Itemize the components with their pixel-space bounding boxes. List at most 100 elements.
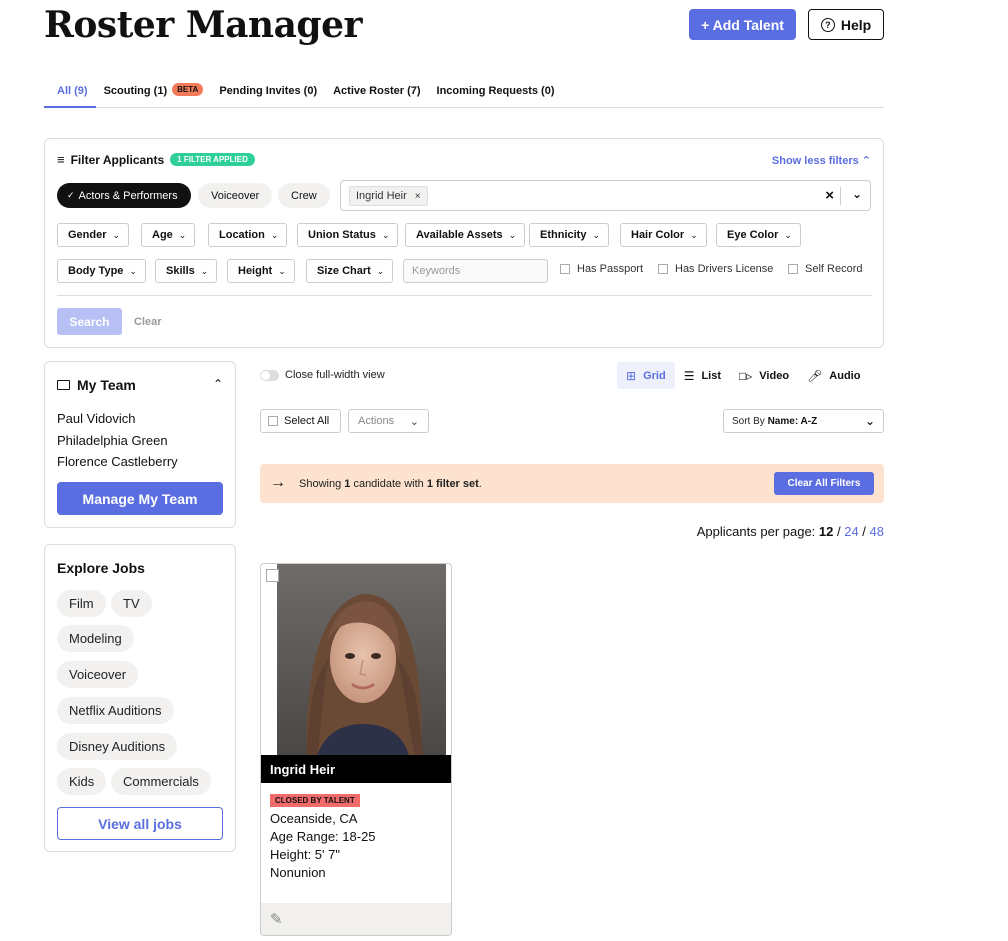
select-all-label: Select All [284,415,330,427]
team-member-list: Paul Vidovich Philadelphia Green Florenc… [57,408,178,473]
view-list[interactable]: ☰ List [675,362,730,389]
tab-incoming-requests[interactable]: Incoming Requests (0) [429,80,563,108]
category-crew-chip[interactable]: Crew [278,183,330,208]
keywords-input[interactable]: Keywords [403,259,548,283]
checkbox-box[interactable] [788,264,798,274]
results-summary: Showing 1 candidate with 1 filter set. [299,478,482,490]
chevron-down-icon[interactable]: ⌄ [852,187,862,201]
location-dropdown[interactable]: Location ⌄ [208,223,288,247]
tab-all[interactable]: All (9) [44,80,96,108]
job-chip-film[interactable]: Film [57,590,106,617]
team-member[interactable]: Paul Vidovich [57,408,178,430]
dropdown-label: Size Chart [317,265,371,277]
tab-pending-invites[interactable]: Pending Invites (0) [211,80,325,108]
talent-photo [277,564,446,755]
view-video[interactable]: □▹ Video [730,362,798,389]
my-team-header[interactable]: My Team [57,377,136,393]
view-label: Video [759,369,790,382]
grid-icon: ⊞ [626,368,637,383]
card-select-checkbox[interactable] [266,569,279,582]
select-all-checkbox[interactable]: Select All [260,409,341,433]
chevron-down-icon: ⌄ [200,265,209,276]
has-drivers-license-checkbox[interactable]: Has Drivers License [658,263,773,275]
checkbox-box[interactable] [560,264,570,274]
my-team-title: My Team [77,377,136,393]
manage-team-button[interactable]: Manage My Team [57,482,223,515]
per-page-option[interactable]: 24 [844,524,858,539]
per-page-option[interactable]: 48 [870,524,884,539]
team-member[interactable]: Philadelphia Green [57,430,178,452]
dropdown-label: Age [152,229,173,241]
view-all-jobs-button[interactable]: View all jobs [57,807,223,840]
chevron-down-icon: ⌄ [592,229,600,240]
tab-active-roster[interactable]: Active Roster (7) [325,80,428,108]
self-record-checkbox[interactable]: Self Record [788,263,862,275]
chevron-down-icon: ⌄ [178,229,187,240]
age-dropdown[interactable]: Age ⌄ [141,223,196,247]
size-chart-dropdown[interactable]: Size Chart ⌄ [306,259,394,283]
job-chip-tv[interactable]: TV [111,590,152,617]
view-audio[interactable]: 🎤︎ Audio [798,362,869,389]
sort-label: Sort By Name: A-Z [732,416,817,427]
talent-location: Oceanside, CA [270,811,358,826]
toggle-switch[interactable] [260,369,279,381]
dropdown-label: Union Status [308,229,376,241]
edit-icon[interactable]: ✎ [270,910,283,928]
selected-token: Ingrid Heir × [349,186,428,206]
gender-dropdown[interactable]: Gender ⌄ [57,223,130,247]
category-voiceover-chip[interactable]: Voiceover [198,183,273,208]
skills-dropdown[interactable]: Skills ⌄ [155,259,218,283]
job-chip-voiceover[interactable]: Voiceover [57,661,139,688]
hair-color-dropdown[interactable]: Hair Color ⌄ [620,223,707,247]
chevron-down-icon: ⌄ [376,265,385,276]
sort-dropdown[interactable]: Sort By Name: A-Z ⌄ [723,409,884,433]
dropdown-label: Height [238,265,273,277]
clear-all-filters-button[interactable]: Clear All Filters [774,472,874,495]
checkbox-box[interactable] [268,416,278,426]
explore-jobs-panel: Explore Jobs Film TV Modeling Voiceover … [44,544,236,852]
category-actors-chip[interactable]: ✓ Actors & Performers [57,183,191,208]
clear-button[interactable]: Clear [134,316,162,328]
show-less-label: Show less filters [771,155,859,167]
body-type-dropdown[interactable]: Body Type ⌄ [57,259,146,283]
view-label: Audio [829,369,861,382]
eye-color-dropdown[interactable]: Eye Color ⌄ [716,223,801,247]
job-chip-commercials[interactable]: Commercials [111,768,211,795]
chevron-down-icon: ⌄ [864,414,875,428]
clear-selection-icon[interactable]: × [825,187,834,204]
talent-name[interactable]: Ingrid Heir [261,755,451,783]
actions-dropdown[interactable]: Actions ⌄ [348,409,429,433]
view-grid[interactable]: ⊞ Grid [617,362,675,389]
filter-header: ≡ Filter Applicants 1 FILTER APPLIED [57,152,255,167]
job-chip-disney[interactable]: Disney Auditions [57,733,178,760]
union-status-dropdown[interactable]: Union Status ⌄ [297,223,399,247]
talent-card[interactable]: Ingrid Heir CLOSED BY TALENT Oceanside, … [260,563,452,936]
toggle-label: Close full-width view [285,369,385,381]
chevron-up-icon[interactable]: ⌃ [213,377,223,391]
add-talent-button[interactable]: + Add Talent [689,9,796,40]
arrow-right-icon: → [270,474,286,491]
dropdown-label: Body Type [68,265,124,277]
applicant-select[interactable]: Ingrid Heir × × ⌄ [340,180,871,211]
tab-scouting[interactable]: Scouting (1) BETA [96,80,212,108]
help-button[interactable]: ? Help [808,9,884,40]
search-button[interactable]: Search [57,308,122,335]
talent-height: Height: 5' 7" [270,847,340,862]
job-chip-netflix[interactable]: Netflix Auditions [57,697,174,724]
summary-text: . [478,478,482,490]
checkbox-box[interactable] [658,264,668,274]
dropdown-label: Ethnicity [540,229,587,241]
height-dropdown[interactable]: Height ⌄ [227,259,295,283]
available-assets-dropdown[interactable]: Available Assets ⌄ [405,223,526,247]
show-less-filters-link[interactable]: Show less filters ⌃ [772,154,871,167]
token-remove-icon[interactable]: × [415,191,421,202]
summary-text: Showing [299,478,345,490]
team-member[interactable]: Florence Castleberry [57,451,178,473]
full-width-toggle[interactable]: Close full-width view [260,369,385,381]
sort-prefix: Sort By [732,415,765,427]
has-passport-checkbox[interactable]: Has Passport [560,263,643,275]
job-chip-kids[interactable]: Kids [57,768,107,795]
job-chip-modeling[interactable]: Modeling [57,625,134,652]
ethnicity-dropdown[interactable]: Ethnicity ⌄ [529,223,609,247]
filter-applied-badge: 1 FILTER APPLIED [170,153,255,166]
